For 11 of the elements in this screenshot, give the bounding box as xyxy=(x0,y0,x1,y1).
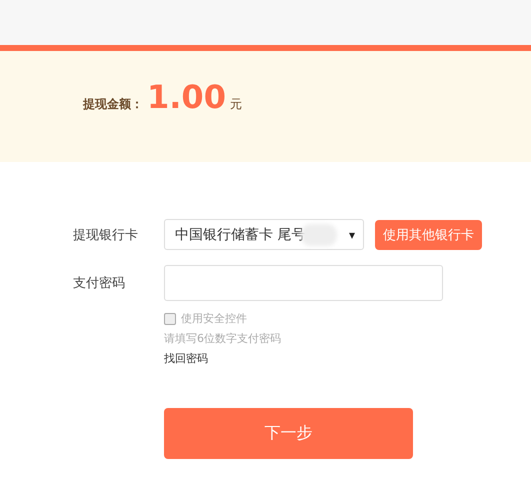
amount-unit: 元 xyxy=(230,96,242,113)
password-hint: 请填写6位数字支付密码 xyxy=(164,331,282,346)
bank-card-label: 提现银行卡 xyxy=(72,226,139,244)
forgot-password-link[interactable]: 找回密码 xyxy=(164,351,531,366)
password-label: 支付密码 xyxy=(72,275,126,292)
password-field[interactable] xyxy=(164,265,443,301)
checkbox-label: 使用安全控件 xyxy=(181,311,247,326)
amount-label: 提现金额： xyxy=(83,96,143,113)
amount-value: 1.00 xyxy=(147,78,226,116)
checkbox[interactable] xyxy=(164,312,176,324)
bank-card-select[interactable]: 中国银行储蓄卡 尾号 ▾ xyxy=(164,219,364,250)
